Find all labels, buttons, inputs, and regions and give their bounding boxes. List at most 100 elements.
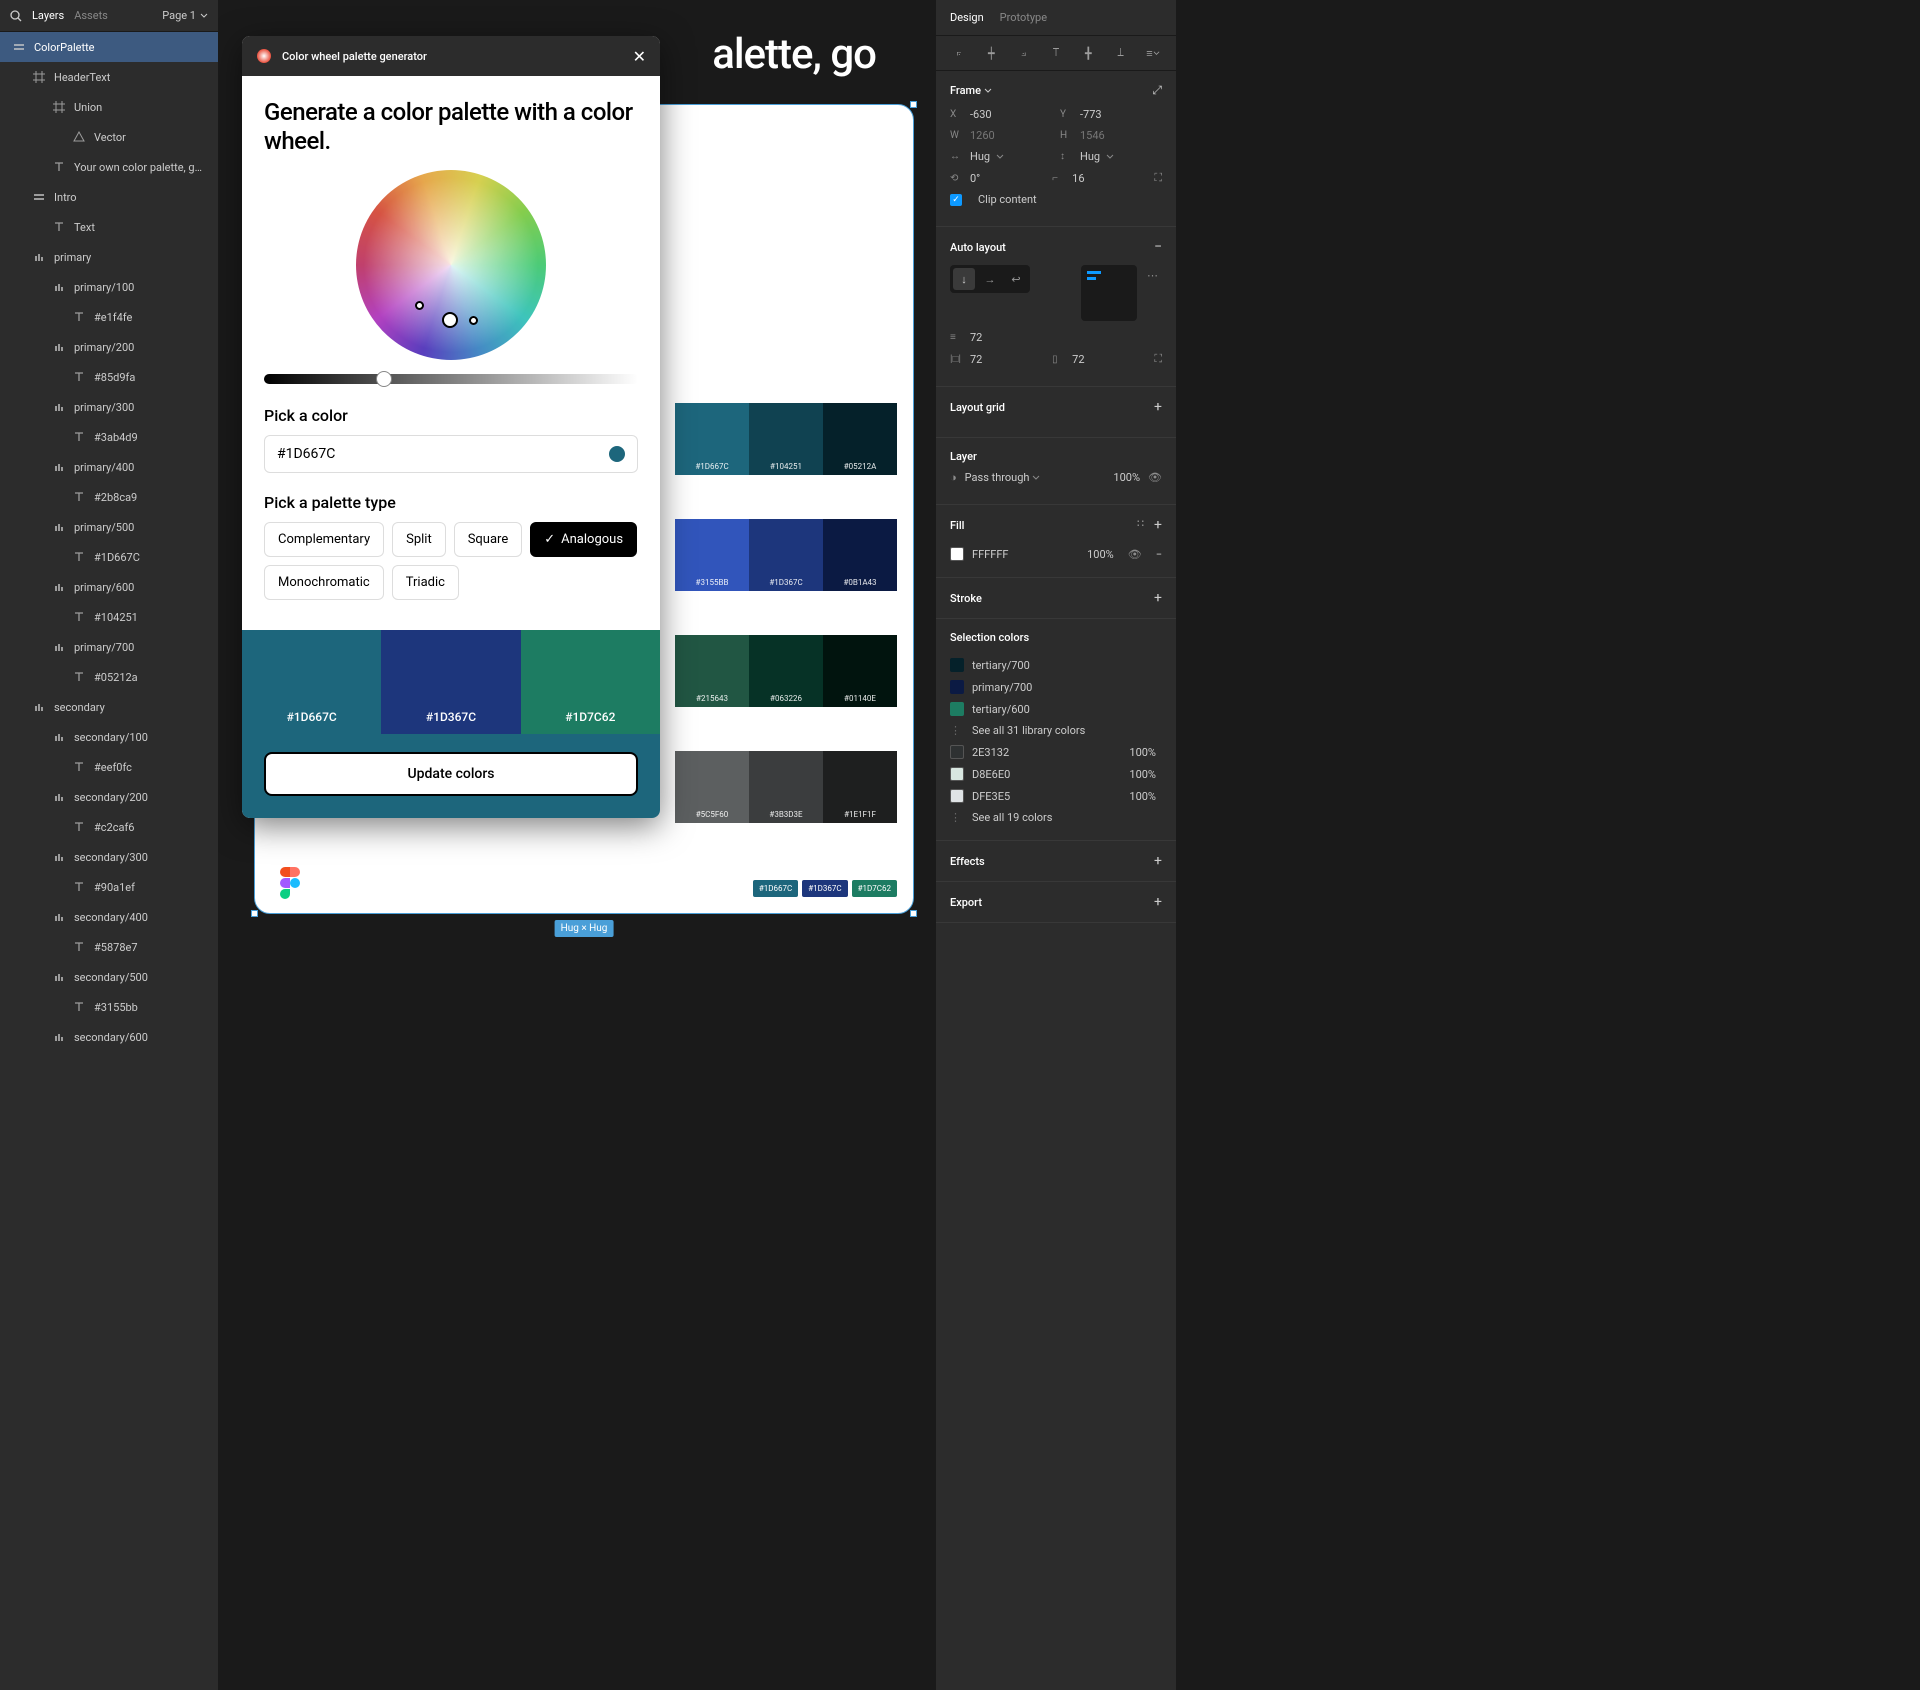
layer-row[interactable]: #85d9fa bbox=[0, 362, 218, 392]
layer-row[interactable]: primary/600 bbox=[0, 572, 218, 602]
layer-row[interactable]: primary/500 bbox=[0, 512, 218, 542]
selection-color[interactable]: DFE3E5100% bbox=[950, 785, 1162, 807]
layer-row[interactable]: secondary bbox=[0, 692, 218, 722]
update-colors-button[interactable]: Update colors bbox=[264, 752, 638, 796]
palette-chip-split[interactable]: Split bbox=[392, 522, 446, 557]
layer-row[interactable]: primary/700 bbox=[0, 632, 218, 662]
see-all-library-colors[interactable]: ⋮See all 31 library colors bbox=[950, 720, 1162, 741]
tab-design[interactable]: Design bbox=[950, 11, 984, 24]
align-left-icon[interactable]: ⟔ bbox=[950, 44, 968, 62]
blend-mode[interactable]: Pass through bbox=[965, 471, 1106, 484]
plugin-header[interactable]: Color wheel palette generator ✕ bbox=[242, 36, 660, 76]
align-top-icon[interactable]: ⟙ bbox=[1047, 44, 1065, 62]
align-right-icon[interactable]: ⟓ bbox=[1015, 44, 1033, 62]
layer-row[interactable]: ColorPalette bbox=[0, 32, 218, 62]
palette-chip-complementary[interactable]: Complementary bbox=[264, 522, 384, 557]
align-vcenter-icon[interactable]: ╋ bbox=[1079, 44, 1097, 62]
selection-color[interactable]: 2E3132100% bbox=[950, 741, 1162, 763]
frame-hug-v[interactable]: Hug bbox=[1080, 150, 1100, 163]
frame-hug-h[interactable]: Hug bbox=[970, 150, 990, 163]
layer-row[interactable]: #2b8ca9 bbox=[0, 482, 218, 512]
layer-row[interactable]: #e1f4fe bbox=[0, 302, 218, 332]
selection-color-style[interactable]: primary/700 bbox=[950, 676, 1162, 698]
selection-color-style[interactable]: tertiary/700 bbox=[950, 654, 1162, 676]
color-wheel[interactable] bbox=[356, 170, 546, 360]
layer-row[interactable]: Union bbox=[0, 92, 218, 122]
layer-row[interactable]: primary/300 bbox=[0, 392, 218, 422]
frame-x[interactable]: -630 bbox=[970, 108, 992, 121]
add-fill-icon[interactable]: + bbox=[1154, 517, 1162, 533]
layer-row[interactable]: #3155bb bbox=[0, 992, 218, 1022]
direction-wrap-icon[interactable]: ↩ bbox=[1005, 268, 1027, 290]
layer-row[interactable]: secondary/500 bbox=[0, 962, 218, 992]
layer-row[interactable]: secondary/400 bbox=[0, 902, 218, 932]
auto-layout-pad-v[interactable]: 72 bbox=[1072, 353, 1084, 366]
frame-radius[interactable]: 16 bbox=[1072, 172, 1084, 185]
frame-title[interactable]: Frame bbox=[950, 84, 992, 97]
align-more-icon[interactable]: ≡ bbox=[1144, 44, 1162, 62]
fit-icon[interactable]: ⤢ bbox=[1152, 83, 1162, 98]
page-selector[interactable]: Page 1 bbox=[162, 9, 208, 22]
layer-row[interactable]: #104251 bbox=[0, 602, 218, 632]
layer-row[interactable]: secondary/200 bbox=[0, 782, 218, 812]
fill-visibility-icon[interactable]: 👁 bbox=[1128, 548, 1142, 561]
radius-expand-icon[interactable]: ⛶ bbox=[1154, 171, 1162, 185]
layer-row[interactable]: Your own color palette, g… bbox=[0, 152, 218, 182]
layer-row[interactable]: Intro bbox=[0, 182, 218, 212]
frame-y[interactable]: -773 bbox=[1080, 108, 1102, 121]
remove-fill-icon[interactable]: − bbox=[1156, 548, 1162, 561]
layer-row[interactable]: #3ab4d9 bbox=[0, 422, 218, 452]
visibility-icon[interactable]: 👁 bbox=[1148, 471, 1162, 484]
color-input[interactable] bbox=[264, 435, 638, 473]
fill-swatch[interactable] bbox=[950, 547, 964, 561]
layer-row[interactable]: HeaderText bbox=[0, 62, 218, 92]
add-export-icon[interactable]: + bbox=[1154, 894, 1162, 910]
palette-chip-square[interactable]: Square bbox=[454, 522, 523, 557]
layer-row[interactable]: primary/100 bbox=[0, 272, 218, 302]
add-layout-grid-icon[interactable]: + bbox=[1154, 399, 1162, 415]
resize-handle-tr[interactable] bbox=[910, 101, 917, 108]
layer-row[interactable]: #c2caf6 bbox=[0, 812, 218, 842]
tab-layers[interactable]: Layers bbox=[32, 9, 64, 22]
layer-row[interactable]: Vector bbox=[0, 122, 218, 152]
align-bottom-icon[interactable]: ⟘ bbox=[1112, 44, 1130, 62]
layer-opacity[interactable]: 100% bbox=[1113, 471, 1140, 484]
color-hex-field[interactable] bbox=[277, 446, 609, 462]
resize-handle-bl[interactable] bbox=[251, 910, 258, 917]
frame-w[interactable]: 1260 bbox=[970, 129, 995, 142]
layer-row[interactable]: primary bbox=[0, 242, 218, 272]
layer-row[interactable]: #5878e7 bbox=[0, 932, 218, 962]
layer-row[interactable]: primary/400 bbox=[0, 452, 218, 482]
fill-opacity[interactable]: 100% bbox=[1087, 548, 1114, 561]
add-effect-icon[interactable]: + bbox=[1154, 853, 1162, 869]
fill-hex[interactable]: FFFFFF bbox=[972, 548, 1079, 561]
canvas[interactable]: alette, go #1D667C#104251#05212A#3155BB#… bbox=[218, 0, 936, 1690]
add-stroke-icon[interactable]: + bbox=[1154, 590, 1162, 606]
lightness-thumb[interactable] bbox=[376, 371, 392, 387]
alignment-grid[interactable] bbox=[1081, 265, 1137, 321]
tab-assets[interactable]: Assets bbox=[74, 9, 108, 22]
layer-row[interactable]: secondary/100 bbox=[0, 722, 218, 752]
align-hcenter-icon[interactable]: ┿ bbox=[982, 44, 1000, 62]
wheel-handle-b[interactable] bbox=[469, 316, 478, 325]
close-icon[interactable]: ✕ bbox=[633, 47, 646, 66]
auto-layout-more-icon[interactable]: ⋯ bbox=[1143, 265, 1162, 286]
layer-row[interactable]: #1D667C bbox=[0, 542, 218, 572]
layer-row[interactable]: primary/200 bbox=[0, 332, 218, 362]
layer-row[interactable]: secondary/600 bbox=[0, 1022, 218, 1052]
selection-color[interactable]: D8E6E0100% bbox=[950, 763, 1162, 785]
frame-rotation[interactable]: 0° bbox=[970, 172, 980, 185]
layer-row[interactable]: #90a1ef bbox=[0, 872, 218, 902]
search-icon[interactable] bbox=[10, 10, 22, 22]
palette-chip-analogous[interactable]: ✓Analogous bbox=[530, 522, 637, 557]
layer-row[interactable]: #05212a bbox=[0, 662, 218, 692]
wheel-handle-a[interactable] bbox=[415, 301, 424, 310]
padding-expand-icon[interactable]: ⛶ bbox=[1154, 352, 1162, 366]
auto-layout-gap[interactable]: 72 bbox=[970, 331, 982, 344]
selection-color-style[interactable]: tertiary/600 bbox=[950, 698, 1162, 720]
direction-vertical-icon[interactable]: ↓ bbox=[953, 268, 975, 290]
clip-checkbox[interactable]: ✓ bbox=[950, 194, 962, 206]
layer-row[interactable]: secondary/300 bbox=[0, 842, 218, 872]
auto-layout-pad-h[interactable]: 72 bbox=[970, 353, 982, 366]
palette-chip-triadic[interactable]: Triadic bbox=[392, 565, 459, 600]
